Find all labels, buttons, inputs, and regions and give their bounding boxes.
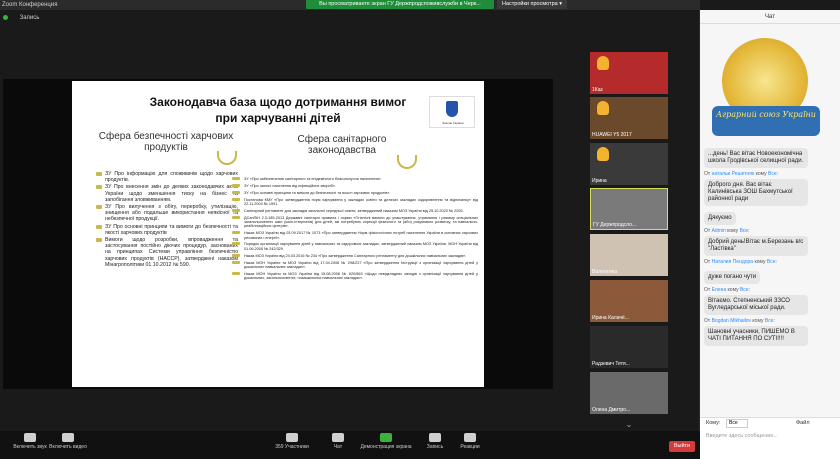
to-label: Кому: [706, 420, 721, 426]
message-recipient: Все [764, 318, 774, 324]
recording-indicator[interactable]: Запись [3, 13, 39, 23]
participant-tile[interactable]: HUAWEI Y5 2017 [590, 97, 668, 139]
people-icon [286, 433, 298, 442]
share-banner: Вы просматриваете экран ГУ Держпродспожи… [306, 0, 494, 9]
list-item: Вимоги щодо розробки, впровадження та за… [96, 237, 238, 268]
right-list: ЗУ «Про забезпечення санітарного та епід… [232, 177, 478, 283]
start-video-button[interactable]: Включить видео [38, 432, 98, 450]
list-item: ЗУ Про основні принципи та вимоги до без… [96, 224, 238, 236]
list-item: ЗУ Про інформацію для споживачів щодо ха… [96, 171, 238, 183]
right-heading: Сфера санітарного законодавства [297, 134, 387, 156]
participant-tile[interactable]: Валентина [590, 234, 668, 276]
list-item: Наказ МОЗ України від 03.09.2017 № 1073 … [232, 231, 478, 240]
participant-name: Радзевич Тетя... [592, 361, 630, 367]
participant-name: 1Каз [592, 87, 603, 93]
participant-name: Ирина [592, 178, 607, 184]
reactions-button[interactable]: Реакции [440, 432, 500, 450]
chat-message: Доброго дня. Вас вітає Калинівська ЗОШ Б… [704, 179, 808, 206]
list-item: ЗУ «Про захист населення від інфекційних… [232, 183, 478, 188]
participant-tile-active[interactable]: ГУ Держпродсло... [590, 188, 668, 230]
list-item: Наказ МОН України та МОЗ України від 17.… [232, 260, 478, 270]
raised-hand-icon [597, 56, 609, 70]
chat-input[interactable]: Введите здесь сообщение... [706, 433, 834, 445]
message-meta: От Наталия Пендора кому Все: [704, 259, 777, 265]
view-options-button[interactable]: Настройки просмотра ▾ [497, 0, 567, 9]
participant-name: Олена Дмитро... [592, 407, 631, 413]
window-title: Zoom Конференция [2, 2, 58, 8]
message-meta: От Елена кому Все: [704, 287, 750, 293]
emblem-image: Закони України [429, 96, 475, 128]
curved-arrow-icon [397, 155, 417, 169]
list-item: Санітарний регламент для закладів загаль… [232, 208, 478, 213]
chat-message: Добрий день!Вітає м.Березань в/с "Ластів… [704, 236, 808, 256]
participants-count: 359 [275, 444, 284, 450]
chat-message: ...день! Вас вітає Новоекономічна школа … [704, 148, 808, 168]
list-item: Постанова КМУ «Про затвердження норм хар… [232, 197, 478, 207]
message-recipient: Все [768, 171, 777, 177]
camera-icon [62, 433, 74, 442]
emblem-caption: Закони України [442, 121, 464, 125]
share-icon [380, 433, 392, 442]
participant-name: Ирина Калачё... [592, 315, 629, 321]
list-item: ЗУ «Про основні принципи та вимоги до бе… [232, 190, 478, 195]
chevron-down-icon[interactable]: ⌄ [625, 421, 633, 429]
shield-icon [3, 14, 8, 20]
presentation-slide: Законодавча база щодо дотримання вимог п… [72, 81, 484, 387]
message-meta: От Admin кому Все: [704, 228, 750, 234]
start-video-label: Включить видео [49, 444, 87, 450]
message-meta: От натальи Решетняк кому Все: [704, 171, 779, 177]
participant-tile[interactable]: Олена Дмитро... [590, 372, 668, 414]
participants-label: Участники [284, 444, 309, 450]
message-sender: Наталия Пендора [711, 259, 754, 265]
trident-icon [446, 101, 458, 117]
exit-button[interactable]: Выйти [669, 441, 695, 452]
file-button[interactable]: Файл [796, 420, 810, 426]
participant-name: Валентина [592, 269, 618, 275]
slide-title: Законодавча база щодо дотримання вимог [149, 95, 407, 109]
curved-arrow-icon [217, 151, 237, 165]
agrarian-union-logo: Аграрний союз України [706, 10, 824, 143]
list-item: Наказ МОН України та МОЗ України від 15.… [232, 271, 478, 281]
chat-message: Дякуємо [704, 212, 736, 225]
message-recipient: Все [739, 287, 749, 293]
recording-label: Запись [19, 15, 40, 21]
chat-label: Чат [333, 444, 343, 450]
reactions-label: Реакции [460, 444, 480, 450]
list-item: Наказ МОЗ України від 24.03.2016 № 234 «… [232, 253, 478, 258]
left-list: ЗУ Про інформацію для споживачів щодо ха… [96, 171, 238, 269]
list-item: ЗУ Про вилучення з обігу, переробку, ути… [96, 204, 238, 223]
message-recipient: Все [739, 228, 749, 234]
participant-tile[interactable]: Ирина [590, 143, 668, 185]
message-sender: Bogdan Mikhailov [711, 318, 752, 324]
left-heading: Сфера безпечності харчових продуктів [98, 131, 234, 153]
list-item: ДСанПіН 2.3-185-2013 Державні санітарні … [232, 215, 478, 229]
message-recipient: Все [766, 259, 776, 265]
chat-icon [332, 433, 344, 442]
slide-subtitle: при харчуванні дітей [215, 111, 341, 125]
list-item: Порядок організації харчування дітей у н… [232, 242, 478, 251]
participant-tile[interactable]: Ирина Калачё... [590, 280, 668, 322]
chat-composer: Кому: Все Файл Введите здесь сообщение..… [700, 417, 840, 459]
participant-tile[interactable]: 1Каз [590, 52, 668, 94]
participant-name: ГУ Держпродсло... [593, 222, 637, 228]
raised-hand-icon [597, 147, 609, 161]
microphone-icon [24, 433, 36, 442]
chat-message: Вітаємо. Степненський ЗЗСО Вугледарської… [704, 295, 808, 315]
chat-message: Шановні учасники, ПИШЕМО В ЧАТІ ПИТАННЯ … [704, 326, 808, 346]
list-item: ЗУ «Про забезпечення санітарного та епід… [232, 177, 478, 181]
recipient-select[interactable]: Все [726, 419, 748, 428]
list-item: ЗУ Про внесення змін до деяких законодав… [96, 184, 238, 203]
logo-ribbon: Аграрний союз України [712, 106, 820, 136]
message-sender: Admin [711, 228, 726, 234]
message-sender: Елена [711, 287, 727, 293]
participant-name: HUAWEI Y5 2017 [592, 132, 632, 138]
participant-tile[interactable]: Радзевич Тетя... [590, 326, 668, 368]
message-meta: От Bogdan Mikhailov кому Все: [704, 318, 775, 324]
share-label: Демонстрация экрана [360, 444, 412, 450]
raised-hand-icon [597, 101, 609, 115]
chat-message: дуже погано чути [704, 271, 761, 284]
smile-icon [464, 433, 476, 442]
message-sender: натальи Решетняк [711, 171, 755, 177]
